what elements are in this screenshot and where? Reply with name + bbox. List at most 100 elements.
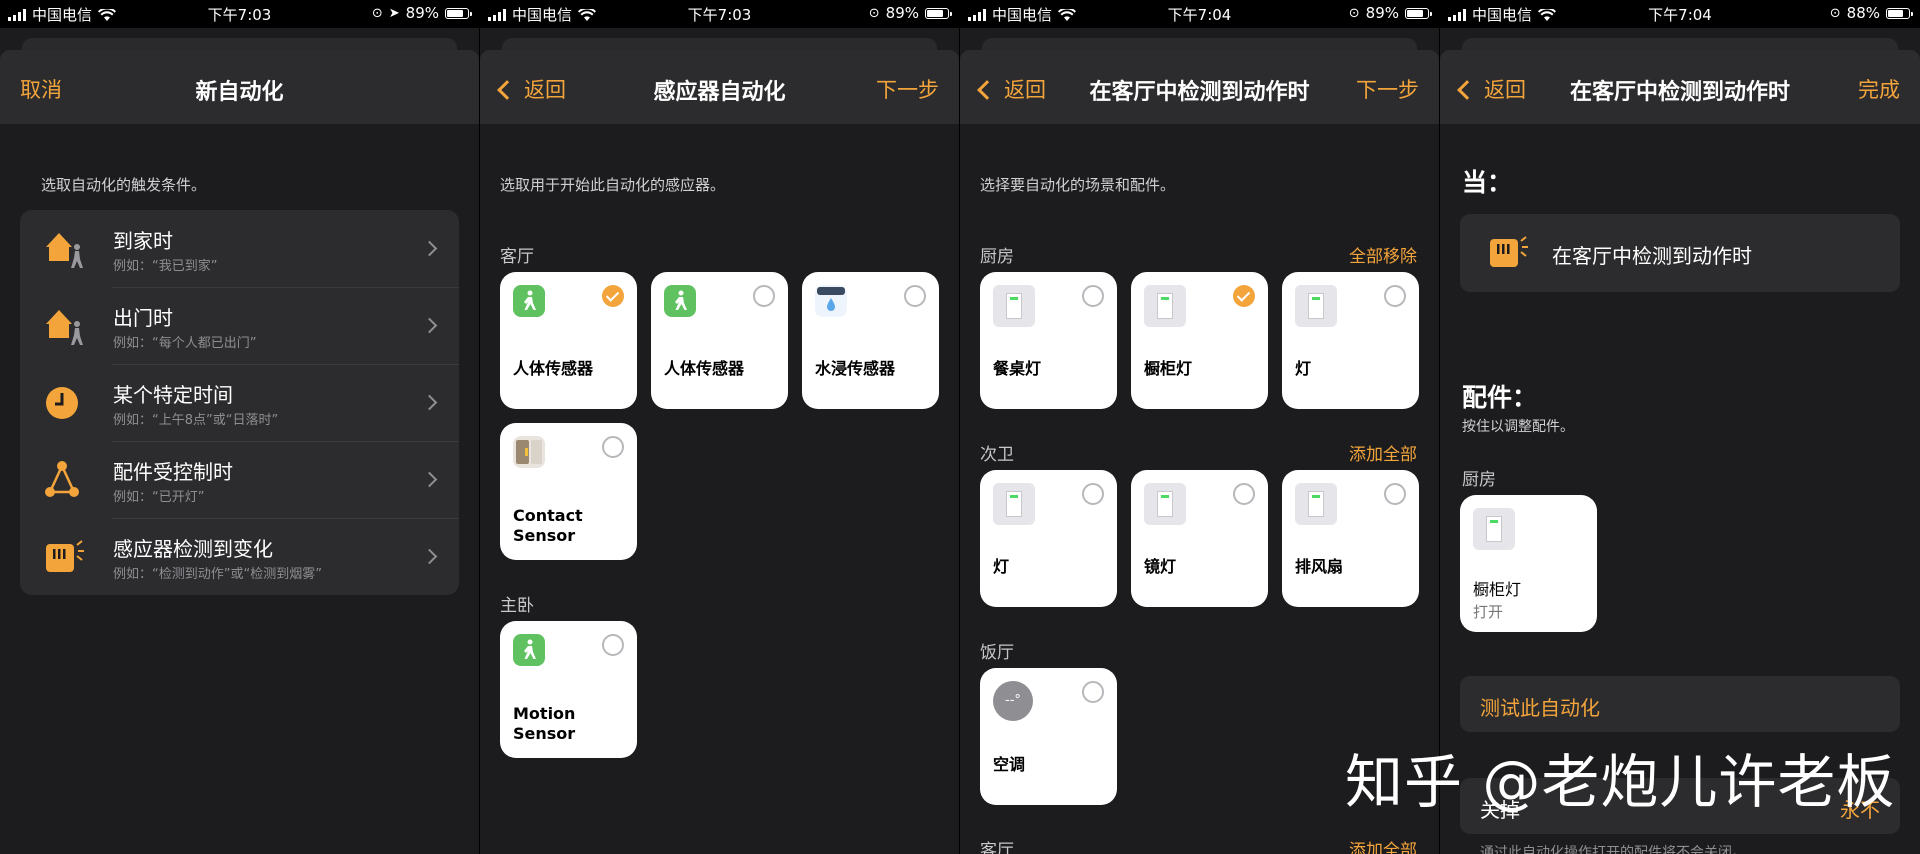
instruction-text: 选取用于开始此自动化的感应器。: [500, 176, 726, 194]
tile-name: Contact Sensor: [513, 506, 583, 545]
radio-circle-icon[interactable]: [1082, 681, 1104, 703]
row-subtitle: 例如：“检测到动作”或“检测到烟雾”: [113, 567, 322, 582]
radio-circle-icon[interactable]: [1384, 285, 1406, 307]
next-button[interactable]: 下一步: [876, 74, 939, 104]
motion-sensor-icon: [664, 285, 696, 317]
row-title: 某个特定时间: [113, 383, 233, 407]
accessories-heading: 配件：: [1462, 383, 1538, 412]
row-title: 出门时: [113, 306, 173, 330]
section-label-kitchen: 厨房: [980, 247, 1014, 267]
chevron-right-icon: [421, 471, 438, 488]
chevron-right-icon: [421, 394, 438, 411]
chevron-right-icon: [421, 317, 438, 334]
tile-name: 橱柜灯: [1473, 580, 1522, 599]
trigger-specific-time[interactable]: 某个特定时间 例如：“上午8点”或“日落时”: [20, 364, 459, 441]
row-subtitle: 例如：“已开灯”: [113, 490, 205, 505]
radio-circle-icon[interactable]: [1082, 285, 1104, 307]
location-icon: ➤: [388, 5, 400, 21]
accessory-tile[interactable]: 灯: [980, 470, 1117, 607]
page-title: 在客厅中检测到动作时: [1569, 80, 1790, 105]
checkmark-icon[interactable]: [602, 285, 624, 307]
status-bar: 中国电信 下午7:04 ⊙ 88%: [1440, 0, 1920, 28]
sensor-tile[interactable]: Motion Sensor: [500, 621, 637, 758]
accessory-tile[interactable]: 镜灯: [1131, 470, 1268, 607]
watermark: 知乎 @老炮儿许老板: [1345, 748, 1896, 816]
status-bar: 中国电信 下午7:04 ⊙ 89%: [960, 0, 1439, 28]
tile-name: 灯: [993, 557, 1010, 576]
tile-name: 排风扇: [1295, 557, 1344, 576]
nav-bar: 取消 新自动化: [0, 50, 479, 124]
battery-percent: 89%: [885, 4, 919, 22]
radio-circle-icon[interactable]: [1233, 483, 1255, 505]
status-bar: 中国电信 下午7:03 ⊙ 89%: [480, 0, 959, 28]
radio-circle-icon[interactable]: [904, 285, 926, 307]
add-all-button[interactable]: 添加全部: [1349, 836, 1417, 854]
accessory-tile[interactable]: 橱柜灯: [1131, 272, 1268, 409]
accessories-hint: 按住以调整配件。: [1462, 419, 1574, 435]
trigger-leave-home[interactable]: 出门时 例如：“每个人都已出门”: [20, 287, 459, 364]
accessory-tile[interactable]: 排风扇: [1282, 470, 1419, 607]
lock-rotation-icon: ⊙: [371, 5, 383, 21]
panel-new-automation: 中国电信 下午7:03 ⊙ ➤ 89% 取消 新自动化 选取自动化的触发条件。 到家…: [0, 0, 479, 854]
status-bar: 中国电信 下午7:03 ⊙ ➤ 89%: [0, 0, 479, 28]
nav-bar: 返回 感应器自动化 下一步: [480, 50, 959, 124]
light-switch-icon: [1144, 483, 1186, 525]
battery-icon: [925, 7, 952, 19]
tile-name: 镜灯: [1144, 557, 1177, 576]
accessory-tile[interactable]: 橱柜灯 打开: [1460, 495, 1597, 632]
checkmark-icon[interactable]: [1233, 285, 1255, 307]
tile-name: 灯: [1295, 359, 1312, 378]
done-button[interactable]: 完成: [1858, 74, 1900, 104]
battery-percent: 89%: [405, 4, 439, 22]
trigger-accessory-controlled[interactable]: 配件受控制时 例如：“已开灯”: [20, 441, 459, 518]
sensor-tile[interactable]: 人体传感器: [651, 272, 788, 409]
trigger-sensor-detects[interactable]: 感应器检测到变化 例如：“检测到动作”或“检测到烟雾”: [20, 518, 459, 595]
light-switch-icon: [993, 483, 1035, 525]
accessory-tile[interactable]: 餐桌灯: [980, 272, 1117, 409]
section-label-living-room: 客厅: [500, 247, 534, 267]
tile-name: 橱柜灯: [1144, 359, 1193, 378]
tile-name: 水浸传感器: [815, 359, 896, 378]
water-sensor-icon: [815, 285, 847, 317]
sensor-tile[interactable]: 人体传感器: [500, 272, 637, 409]
trigger-list: 到家时 例如：“我已到家” 出门时 例如：“每个人都已出门” 某个特定时间 例如…: [20, 210, 459, 595]
test-automation-button[interactable]: 测试此自动化: [1460, 676, 1900, 732]
battery-percent: 88%: [1846, 4, 1880, 22]
when-heading: 当：: [1462, 168, 1513, 197]
radio-circle-icon[interactable]: [602, 436, 624, 458]
tile-name: 人体传感器: [513, 359, 594, 378]
lock-rotation-icon: ⊙: [1829, 5, 1841, 21]
row-title: 到家时: [113, 229, 173, 253]
accessory-tile[interactable]: --° 空调: [980, 668, 1117, 805]
instruction-text: 选择要自动化的场景和配件。: [980, 176, 1176, 194]
accessory-tile[interactable]: 灯: [1282, 272, 1419, 409]
row-title: 感应器检测到变化: [113, 537, 273, 561]
sensor-icon: [1490, 236, 1528, 267]
sensor-tile[interactable]: Contact Sensor: [500, 423, 637, 560]
radio-circle-icon[interactable]: [753, 285, 775, 307]
light-switch-icon: [993, 285, 1035, 327]
row-subtitle: 例如：“我已到家”: [113, 259, 218, 274]
next-button[interactable]: 下一步: [1356, 74, 1419, 104]
motion-sensor-icon: [513, 634, 545, 666]
motion-sensor-icon: [513, 285, 545, 317]
radio-circle-icon[interactable]: [602, 634, 624, 656]
panel-automation-summary: 中国电信 下午7:04 ⊙ 88% 返回 在客厅中检测到动作时 完成 当： 在客厅…: [1440, 0, 1920, 854]
radio-circle-icon[interactable]: [1384, 483, 1406, 505]
sensor-tile[interactable]: 水浸传感器: [802, 272, 939, 409]
home-person-leave-icon: [46, 310, 83, 345]
radio-circle-icon[interactable]: [1082, 483, 1104, 505]
sensor-icon: [46, 540, 84, 572]
panel-choose-accessories: 中国电信 下午7:04 ⊙ 89% 返回 在客厅中检测到动作时 下一步 选择要自动…: [960, 0, 1439, 854]
section-label-dining-room: 饭厅: [980, 643, 1014, 663]
battery-icon: [445, 7, 472, 19]
trigger-arrive-home[interactable]: 到家时 例如：“我已到家”: [20, 210, 459, 287]
clock-icon: [46, 387, 78, 419]
add-all-button[interactable]: 添加全部: [1349, 440, 1417, 465]
trigger-card[interactable]: 在客厅中检测到动作时: [1460, 214, 1900, 292]
battery-icon: [1886, 7, 1913, 19]
light-switch-icon: [1295, 285, 1337, 327]
panel-sensor-automation: 中国电信 下午7:03 ⊙ 89% 返回 感应器自动化 下一步 选取用于开始此自动…: [480, 0, 959, 854]
remove-all-button[interactable]: 全部移除: [1349, 242, 1417, 267]
lock-rotation-icon: ⊙: [868, 5, 880, 21]
